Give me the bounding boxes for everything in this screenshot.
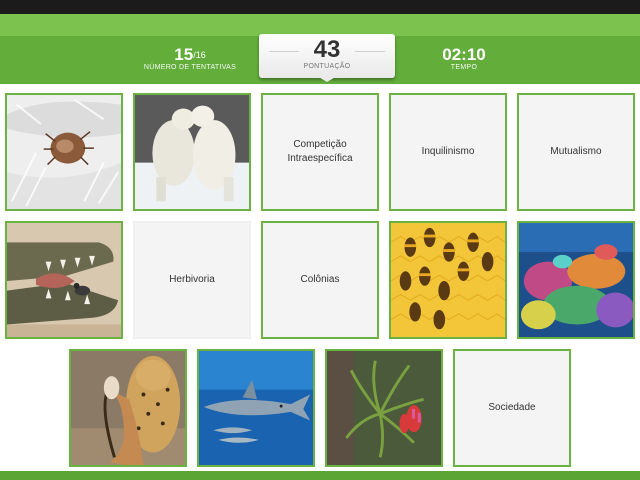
- time-label: TEMPO: [450, 64, 478, 71]
- cheetah-prey-image: [71, 351, 185, 465]
- card-label: Colônias: [300, 274, 340, 285]
- score-divider-left: [269, 51, 299, 52]
- card-crocodile-bird[interactable]: [5, 221, 123, 339]
- score-value: 43: [313, 36, 341, 63]
- polar-bears-image: [135, 95, 249, 209]
- card-coral-reef[interactable]: [517, 221, 635, 339]
- score-label: PONTUAÇÃO: [303, 63, 351, 70]
- footer-bar: [0, 471, 640, 480]
- card-label: Competição Intraespecífica: [287, 139, 353, 164]
- card-competicao[interactable]: Competição Intraespecífica: [261, 93, 379, 211]
- bromeliad-tree-image: [327, 351, 441, 465]
- card-bromeliad-tree[interactable]: [325, 349, 443, 467]
- score-divider-right: [355, 51, 385, 52]
- card-mutualismo[interactable]: Mutualismo: [517, 93, 635, 211]
- card-sociedade[interactable]: Sociedade: [453, 349, 571, 467]
- time-value: 02:10: [442, 45, 486, 64]
- card-herbivoria[interactable]: Herbivoria: [133, 221, 251, 339]
- score-panel: 43 PONTUAÇÃO: [259, 34, 395, 78]
- shark-remora-image: [199, 351, 313, 465]
- timer: 02:10 TEMPO: [414, 45, 514, 72]
- card-tick-on-fur[interactable]: [5, 93, 123, 211]
- card-label: Sociedade: [488, 402, 536, 413]
- card-colonias[interactable]: Colônias: [261, 221, 379, 339]
- card-label: Herbivoria: [169, 274, 215, 285]
- attempts-value: 15: [174, 45, 194, 64]
- card-bees-honeycomb[interactable]: [389, 221, 507, 339]
- card-cheetah-prey[interactable]: [69, 349, 187, 467]
- attempts-label: NÚMERO DE TENTATIVAS: [143, 64, 237, 71]
- attempts-counter: 15/16 NÚMERO DE TENTATIVAS: [140, 45, 240, 72]
- bees-honeycomb-image: [391, 223, 505, 337]
- coral-reef-image: [519, 223, 633, 337]
- tick-on-fur-image: [7, 95, 121, 209]
- attempts-total: /16: [193, 50, 206, 60]
- score-notch: [317, 76, 337, 82]
- window-top-bar: [0, 0, 640, 14]
- card-polar-bears[interactable]: [133, 93, 251, 211]
- card-inquilinismo[interactable]: Inquilinismo: [389, 93, 507, 211]
- card-label: Inquilinismo: [421, 146, 475, 157]
- card-shark-remora[interactable]: [197, 349, 315, 467]
- crocodile-bird-image: [7, 223, 121, 337]
- card-label: Mutualismo: [550, 146, 602, 157]
- header-band-light: [0, 14, 640, 36]
